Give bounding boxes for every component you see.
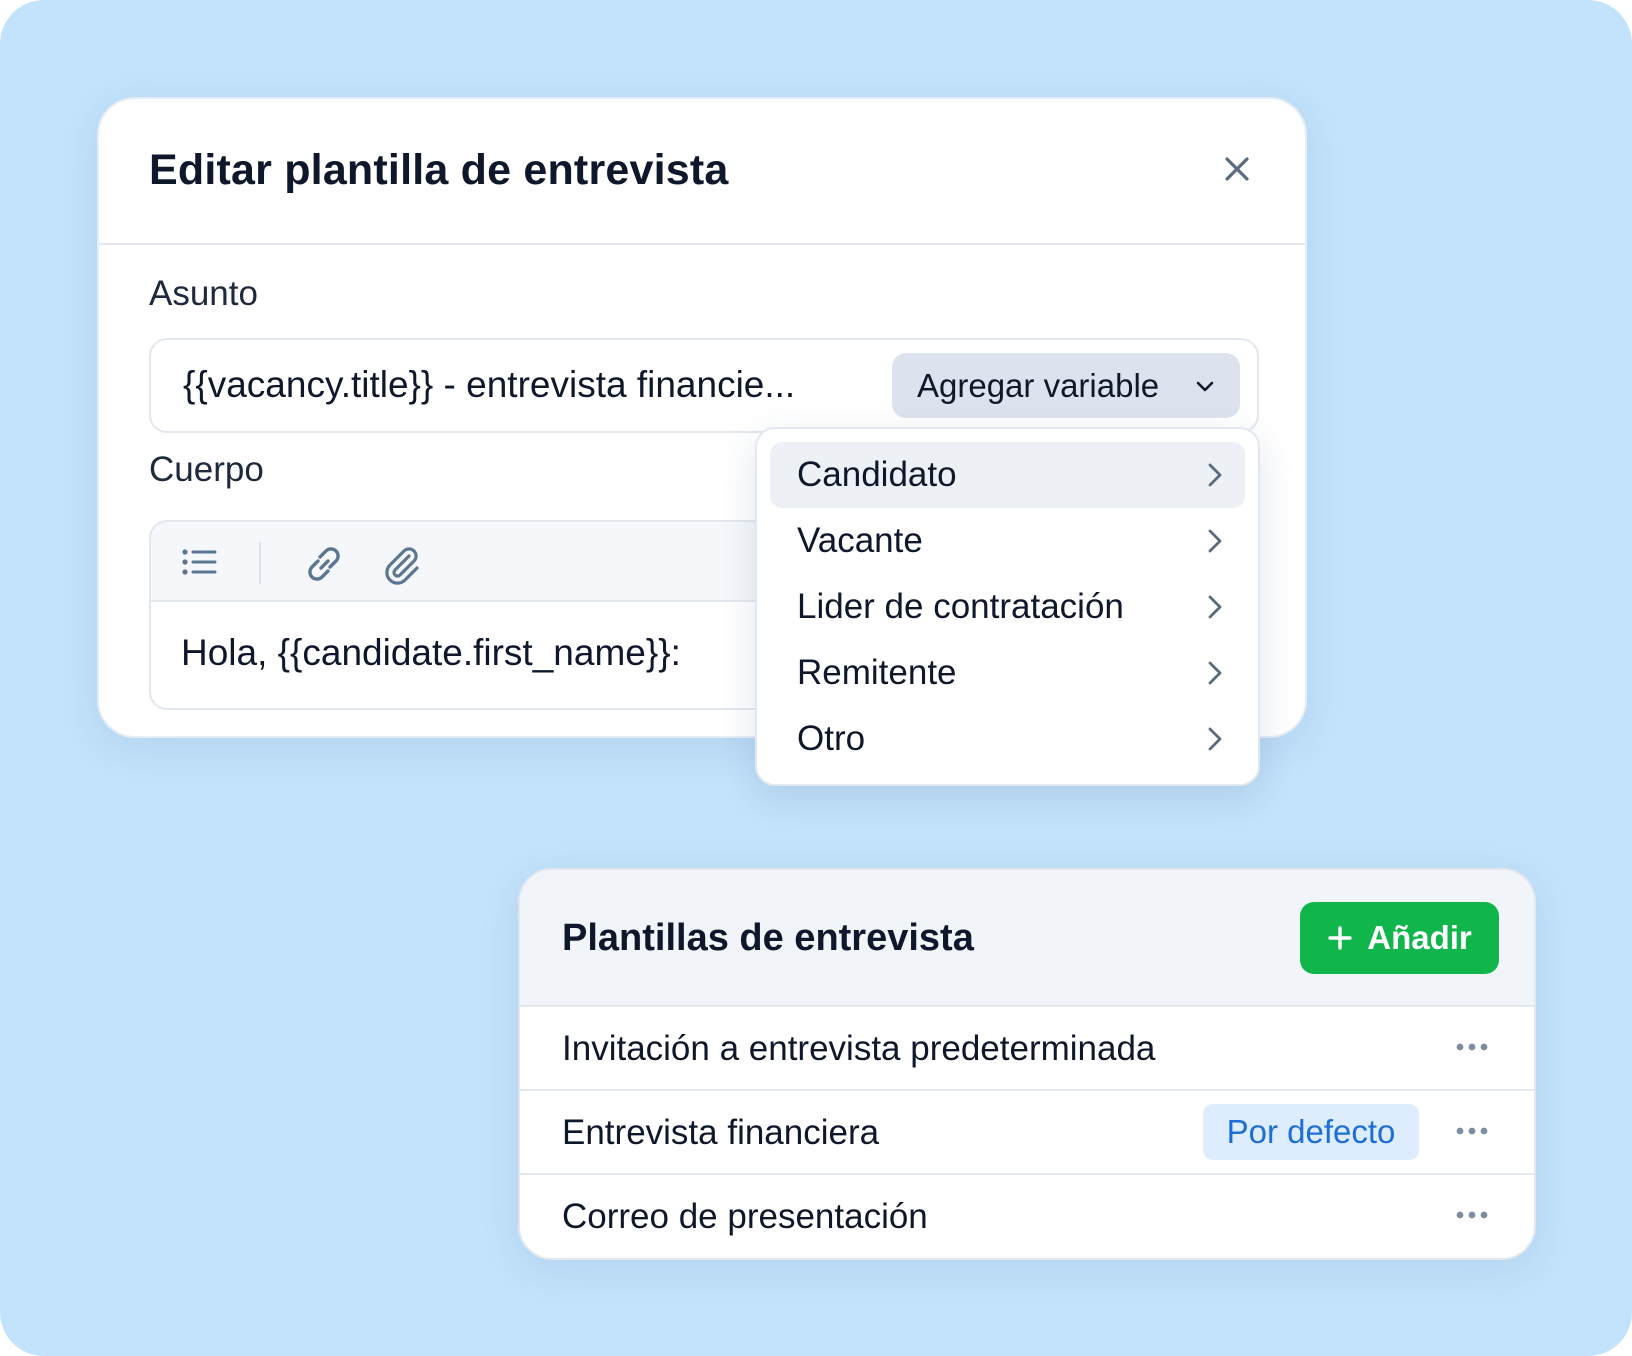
plus-icon (1328, 926, 1352, 950)
menu-item-vacante[interactable]: Vacante (770, 508, 1245, 574)
modal-title: Editar plantilla de entrevista (149, 146, 729, 194)
template-row[interactable]: Correo de presentación (520, 1175, 1534, 1258)
toolbar-divider (259, 542, 261, 584)
chevron-right-icon (1208, 661, 1222, 685)
chevron-right-icon (1208, 727, 1222, 751)
link-icon (308, 547, 340, 581)
chevron-right-icon (1208, 595, 1222, 619)
template-name: Invitación a entrevista predeterminada (562, 1029, 1156, 1068)
add-variable-button[interactable]: Agregar variable (892, 353, 1240, 418)
menu-item-label: Vacante (797, 521, 923, 560)
template-row[interactable]: Invitación a entrevista predeterminada (520, 1007, 1534, 1091)
modal-header: Editar plantilla de entrevista (99, 99, 1305, 245)
menu-item-label: Lider de contratación (797, 587, 1124, 626)
menu-item-candidato[interactable]: Candidato (770, 442, 1245, 508)
menu-item-otro[interactable]: Otro (770, 706, 1245, 772)
subject-value: {{vacancy.title}} - entrevista financie.… (183, 364, 796, 405)
card-header: Plantillas de entrevista Añadir (520, 870, 1534, 1007)
chevron-down-icon (1196, 381, 1214, 392)
insert-link-button[interactable] (301, 542, 345, 586)
subject-input[interactable]: {{vacancy.title}} - entrevista financie.… (149, 338, 1259, 433)
more-options-icon[interactable] (1455, 1207, 1489, 1223)
chevron-right-icon (1208, 529, 1222, 553)
interview-templates-card: Plantillas de entrevista Añadir Invitaci… (518, 868, 1536, 1260)
template-row[interactable]: Entrevista financiera Por defecto (520, 1091, 1534, 1175)
menu-item-label: Otro (797, 719, 866, 758)
close-button[interactable] (1217, 149, 1257, 189)
body-label: Cuerpo (149, 450, 264, 489)
add-template-button[interactable]: Añadir (1300, 902, 1499, 974)
add-template-label: Añadir (1367, 919, 1472, 956)
template-name: Correo de presentación (562, 1197, 928, 1236)
variable-dropdown-menu: Candidato Vacante Lider de contratación … (755, 427, 1260, 786)
attach-file-button[interactable] (379, 542, 423, 586)
menu-item-remitente[interactable]: Remitente (770, 640, 1245, 706)
body-text: Hola, {{candidate.first_name}}: (181, 632, 681, 673)
paperclip-icon (385, 547, 419, 585)
default-badge: Por defecto (1203, 1104, 1419, 1160)
card-title: Plantillas de entrevista (562, 917, 974, 959)
menu-item-label: Candidato (797, 455, 957, 494)
chevron-right-icon (1208, 463, 1222, 487)
close-icon (1225, 157, 1249, 181)
template-name: Entrevista financiera (562, 1113, 880, 1152)
add-variable-label: Agregar variable (917, 366, 1160, 404)
more-options-icon[interactable] (1455, 1123, 1489, 1139)
menu-item-lider-de-contratacion[interactable]: Lider de contratación (770, 574, 1245, 640)
subject-label: Asunto (149, 274, 258, 313)
more-options-icon[interactable] (1455, 1039, 1489, 1055)
menu-item-label: Remitente (797, 653, 957, 692)
list-icon (182, 549, 217, 575)
bullet-list-button[interactable] (179, 542, 223, 586)
